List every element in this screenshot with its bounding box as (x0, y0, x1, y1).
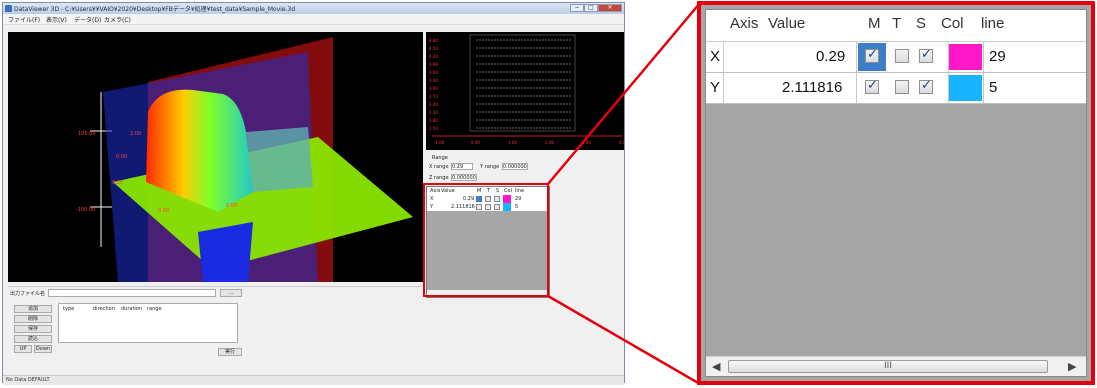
table-row-x[interactable]: X 0.29 29 (706, 42, 1086, 73)
cell-line[interactable]: 5 (989, 79, 997, 96)
m-cell-selected (858, 43, 886, 71)
column-divider (856, 73, 857, 103)
connector-top (547, 2, 701, 185)
table-row-y[interactable]: Y 2.111816 5 (706, 73, 1086, 104)
column-divider (983, 42, 984, 72)
scroll-right-arrow-icon[interactable]: ▶ (1068, 360, 1076, 373)
header-t: T (892, 15, 902, 32)
checkbox-t[interactable] (895, 80, 909, 94)
checkbox-s[interactable] (919, 47, 933, 63)
checkbox-m[interactable] (865, 47, 879, 63)
column-divider (856, 42, 857, 72)
scroll-thumb[interactable]: III (728, 360, 1048, 373)
scroll-left-arrow-icon[interactable]: ◀ (712, 360, 720, 373)
table-header: Axis Value M T S Col line (706, 10, 1086, 42)
scroll-grip-icon: III (884, 361, 892, 371)
header-line: line (981, 15, 1005, 32)
column-divider (983, 73, 984, 103)
header-m: M (868, 15, 881, 32)
axis-table[interactable]: Axis Value M T S Col line X 0.29 29 (705, 9, 1087, 377)
header-axis: Axis (730, 15, 759, 32)
cell-axis: X (710, 48, 721, 65)
connector-bottom (547, 294, 701, 386)
cell-value[interactable]: 0.29 (816, 48, 845, 65)
color-swatch[interactable] (949, 44, 982, 70)
header-s: S (916, 15, 927, 32)
color-swatch[interactable] (949, 75, 982, 101)
column-divider (723, 73, 724, 103)
cell-value[interactable]: 2.111816 (782, 79, 842, 96)
cell-line[interactable]: 29 (989, 48, 1006, 65)
header-col: Col (941, 15, 964, 32)
zoom-callout: Axis Value M T S Col line X 0.29 29 (697, 1, 1095, 385)
column-divider (723, 42, 724, 72)
checkbox-m[interactable] (865, 78, 879, 94)
horizontal-scrollbar[interactable]: ◀ III ▶ (706, 356, 1086, 376)
checkbox-s[interactable] (919, 78, 933, 94)
header-value: Value (768, 15, 806, 32)
cell-axis: Y (710, 79, 721, 96)
checkbox-t[interactable] (895, 49, 909, 63)
